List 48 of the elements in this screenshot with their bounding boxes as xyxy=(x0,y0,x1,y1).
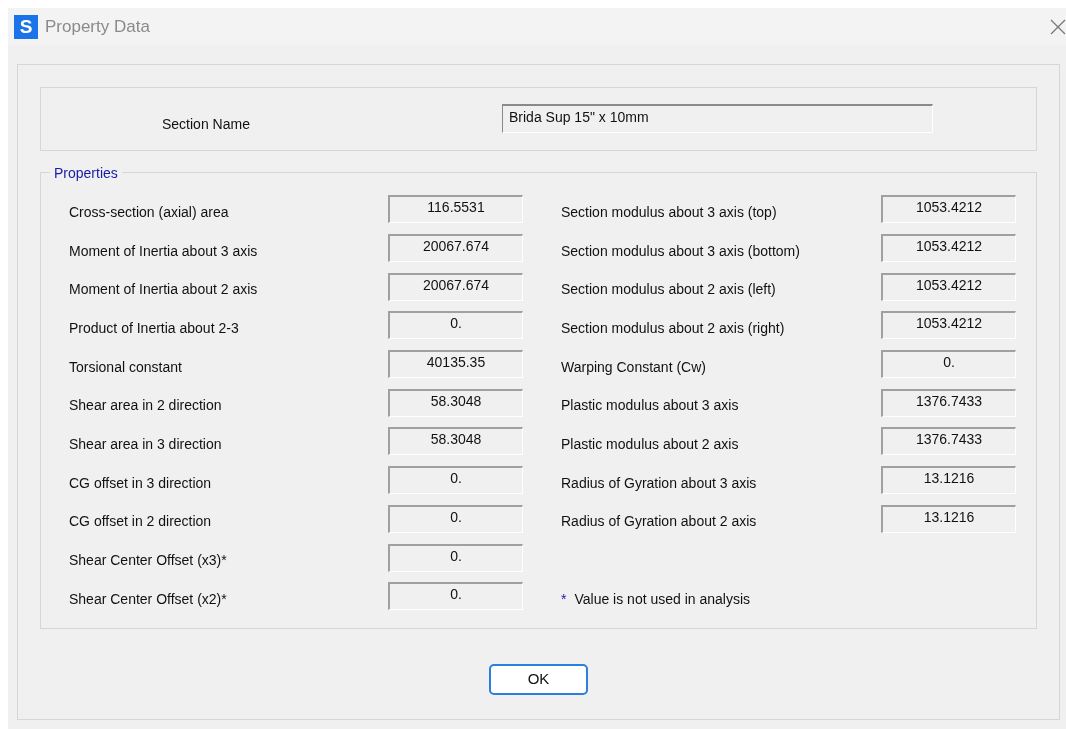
property-label: Shear area in 3 direction xyxy=(69,434,223,454)
footnote-mark: * xyxy=(561,589,567,609)
section-name-label: Section Name xyxy=(162,114,251,134)
value-field[interactable]: 116.5531 xyxy=(388,195,523,224)
value-field[interactable]: 0. xyxy=(388,582,523,611)
property-label: Plastic modulus about 3 axis xyxy=(561,396,740,416)
property-label: Cross-section (axial) area xyxy=(69,202,230,222)
value-field[interactable]: 13.1216 xyxy=(881,466,1016,495)
app-logo: S xyxy=(14,14,38,39)
property-label: Radius of Gyration about 2 axis xyxy=(561,512,758,532)
value-field[interactable]: 40135.35 xyxy=(388,350,523,379)
value-field[interactable]: 1053.4212 xyxy=(881,195,1016,224)
property-label: Torsional constant xyxy=(69,357,183,377)
property-label: Shear Center Offset (x3)* xyxy=(69,551,228,571)
property-label: Section modulus about 3 axis (bottom) xyxy=(561,241,801,261)
property-label: Product of Inertia about 2-3 xyxy=(69,318,240,338)
value-field[interactable]: 0. xyxy=(881,350,1016,379)
ok-button[interactable]: OK xyxy=(489,664,588,695)
property-label: Shear area in 2 direction xyxy=(69,396,223,416)
close-icon[interactable] xyxy=(1050,18,1066,35)
property-label: Moment of Inertia about 3 axis xyxy=(69,241,259,261)
property-label: Shear Center Offset (x2)* xyxy=(69,589,228,609)
value-field[interactable]: 1376.7433 xyxy=(881,388,1016,417)
value-field[interactable]: 0. xyxy=(388,543,523,572)
value-field[interactable]: 1053.4212 xyxy=(881,234,1016,263)
value-field[interactable]: 58.3048 xyxy=(388,427,523,456)
value-field[interactable]: 0. xyxy=(388,504,523,533)
value-field[interactable]: 20067.674 xyxy=(388,234,523,263)
window-title: Property Data xyxy=(45,15,150,38)
property-label: Plastic modulus about 2 axis xyxy=(561,434,740,454)
footnote-text: Value is not used in analysis xyxy=(574,589,751,609)
property-label: Moment of Inertia about 2 axis xyxy=(69,280,259,300)
property-label: Section modulus about 2 axis (left) xyxy=(561,280,777,300)
value-field[interactable]: 0. xyxy=(388,311,523,340)
value-field[interactable]: 13.1216 xyxy=(881,504,1016,533)
value-field[interactable]: 0. xyxy=(388,466,523,495)
value-field[interactable]: 1053.4212 xyxy=(881,272,1016,301)
property-label: Section modulus about 3 axis (top) xyxy=(561,202,778,222)
value-field[interactable]: 58.3048 xyxy=(388,388,523,417)
property-label: CG offset in 3 direction xyxy=(69,473,213,493)
property-label: Section modulus about 2 axis (right) xyxy=(561,318,786,338)
section-name-field[interactable]: Brida Sup 15" x 10mm xyxy=(502,103,933,133)
value-field[interactable]: 20067.674 xyxy=(388,272,523,301)
property-label: CG offset in 2 direction xyxy=(69,512,213,532)
value-field[interactable]: 1376.7433 xyxy=(881,427,1016,456)
value-field[interactable]: 1053.4212 xyxy=(881,311,1016,340)
property-label: Radius of Gyration about 3 axis xyxy=(561,473,758,493)
property-label: Warping Constant (Cw) xyxy=(561,357,707,377)
